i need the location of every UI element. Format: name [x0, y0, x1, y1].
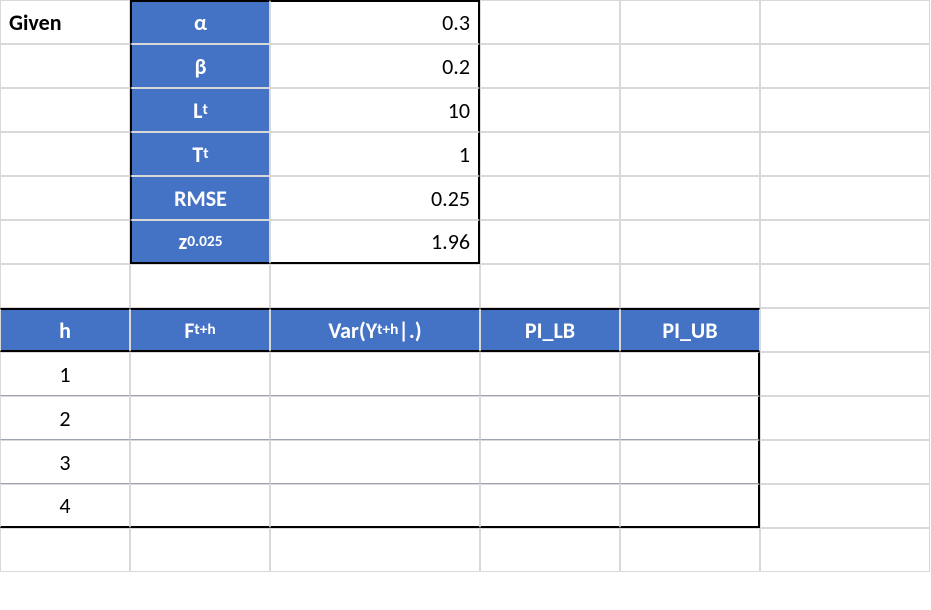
empty-cell[interactable]	[0, 176, 130, 220]
empty-cell[interactable]	[270, 528, 480, 572]
empty-cell[interactable]	[620, 528, 760, 572]
empty-cell[interactable]	[760, 264, 930, 308]
param-alpha-label: α	[130, 0, 270, 44]
table-row-f[interactable]	[130, 396, 270, 440]
table-row-var[interactable]	[270, 396, 480, 440]
col-header-piub: PI_UB	[620, 308, 760, 352]
empty-cell[interactable]	[0, 132, 130, 176]
col-header-pilb: PI_LB	[480, 308, 620, 352]
empty-cell[interactable]	[620, 0, 760, 44]
given-label: Given	[0, 0, 130, 44]
empty-cell[interactable]	[130, 264, 270, 308]
table-row-pilb[interactable]	[480, 440, 620, 484]
param-tt-value[interactable]: 1	[270, 132, 480, 176]
empty-cell[interactable]	[0, 528, 130, 572]
col-header-f: Ft+h	[130, 308, 270, 352]
param-rmse-label: RMSE	[130, 176, 270, 220]
empty-cell[interactable]	[760, 44, 930, 88]
param-tt-label: Tt	[130, 132, 270, 176]
empty-cell[interactable]	[130, 528, 270, 572]
empty-cell[interactable]	[0, 264, 130, 308]
table-row-f[interactable]	[130, 440, 270, 484]
empty-cell[interactable]	[480, 0, 620, 44]
param-beta-value[interactable]: 0.2	[270, 44, 480, 88]
param-z-value[interactable]: 1.96	[270, 220, 480, 264]
empty-cell[interactable]	[760, 132, 930, 176]
empty-cell[interactable]	[620, 88, 760, 132]
empty-cell[interactable]	[480, 88, 620, 132]
table-row-piub[interactable]	[620, 484, 760, 528]
table-row-piub[interactable]	[620, 396, 760, 440]
table-row-h[interactable]: 1	[0, 352, 130, 396]
table-row-var[interactable]	[270, 484, 480, 528]
table-row-f[interactable]	[130, 484, 270, 528]
table-row-var[interactable]	[270, 352, 480, 396]
empty-cell[interactable]	[620, 264, 760, 308]
empty-cell[interactable]	[0, 44, 130, 88]
empty-cell[interactable]	[480, 132, 620, 176]
empty-cell[interactable]	[270, 264, 480, 308]
empty-cell[interactable]	[620, 44, 760, 88]
table-row-pilb[interactable]	[480, 352, 620, 396]
empty-cell[interactable]	[760, 484, 930, 528]
table-row-pilb[interactable]	[480, 396, 620, 440]
empty-cell[interactable]	[760, 528, 930, 572]
empty-cell[interactable]	[0, 88, 130, 132]
empty-cell[interactable]	[620, 176, 760, 220]
empty-cell[interactable]	[760, 440, 930, 484]
empty-cell[interactable]	[760, 308, 930, 352]
param-lt-label: Lt	[130, 88, 270, 132]
col-header-var: Var(Yt+h|.)	[270, 308, 480, 352]
table-row-h[interactable]: 3	[0, 440, 130, 484]
table-row-h[interactable]: 2	[0, 396, 130, 440]
table-row-pilb[interactable]	[480, 484, 620, 528]
empty-cell[interactable]	[620, 220, 760, 264]
param-beta-label: β	[130, 44, 270, 88]
table-row-h[interactable]: 4	[0, 484, 130, 528]
empty-cell[interactable]	[760, 220, 930, 264]
empty-cell[interactable]	[760, 176, 930, 220]
empty-cell[interactable]	[760, 88, 930, 132]
empty-cell[interactable]	[480, 44, 620, 88]
spreadsheet-grid: Given α 0.3 β 0.2 Lt 10 Tt 1 RMSE 0.25 z…	[0, 0, 931, 572]
empty-cell[interactable]	[480, 220, 620, 264]
table-row-piub[interactable]	[620, 352, 760, 396]
empty-cell[interactable]	[760, 352, 930, 396]
empty-cell[interactable]	[760, 0, 930, 44]
empty-cell[interactable]	[480, 176, 620, 220]
empty-cell[interactable]	[620, 132, 760, 176]
empty-cell[interactable]	[480, 528, 620, 572]
param-lt-value[interactable]: 10	[270, 88, 480, 132]
param-z-label: z0.025	[130, 220, 270, 264]
table-row-f[interactable]	[130, 352, 270, 396]
table-row-var[interactable]	[270, 440, 480, 484]
param-rmse-value[interactable]: 0.25	[270, 176, 480, 220]
empty-cell[interactable]	[0, 220, 130, 264]
param-alpha-value[interactable]: 0.3	[270, 0, 480, 44]
table-row-piub[interactable]	[620, 440, 760, 484]
empty-cell[interactable]	[480, 264, 620, 308]
col-header-h: h	[0, 308, 130, 352]
empty-cell[interactable]	[760, 396, 930, 440]
